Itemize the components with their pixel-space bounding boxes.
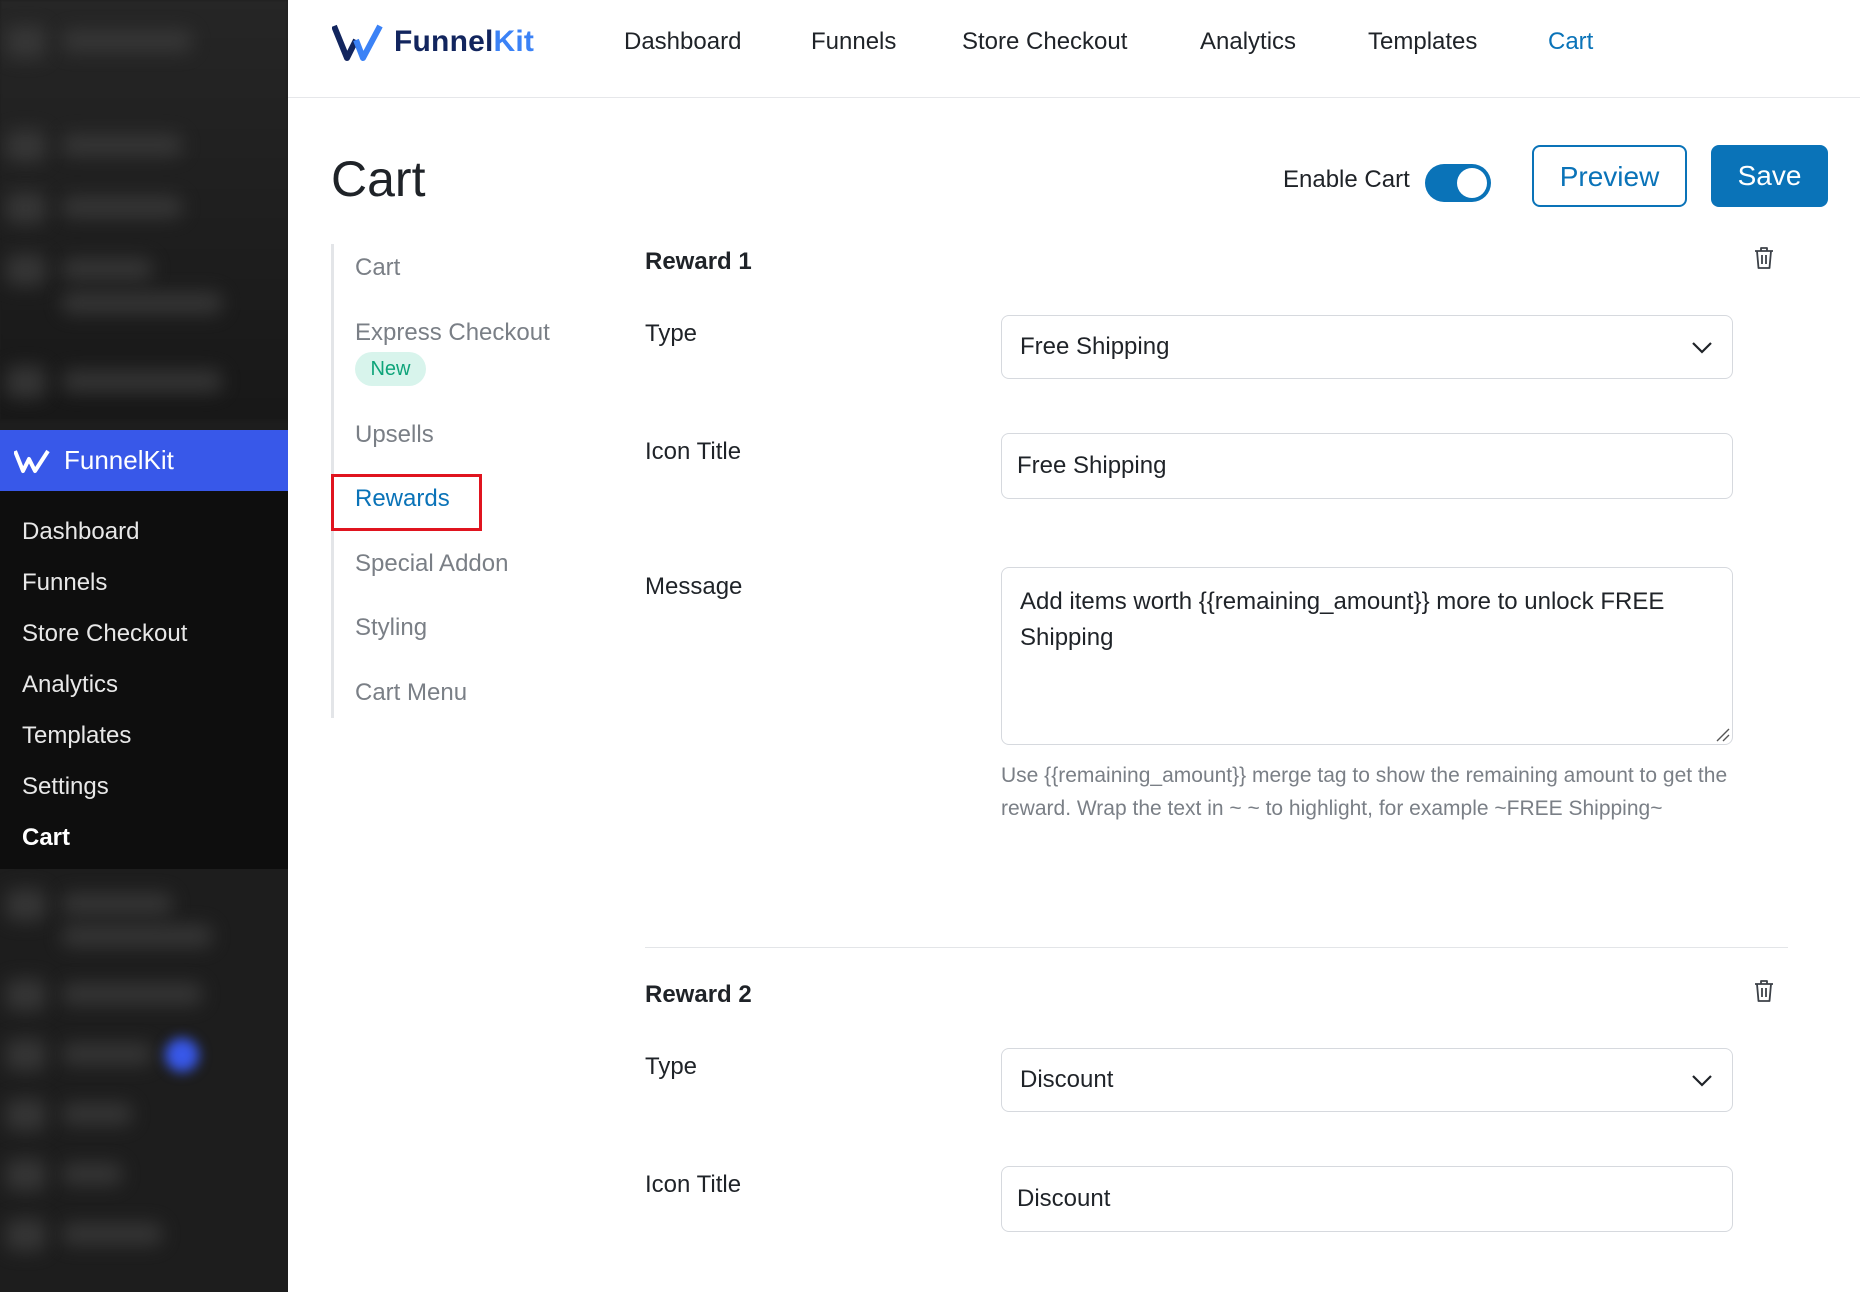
top-navigation: FunnelKit Dashboard Funnels Store Checko… xyxy=(288,0,1860,98)
main-content: Cart Enable Cart Preview Save Cart Expre… xyxy=(288,98,1860,1292)
enable-cart-toggle[interactable] xyxy=(1425,164,1491,202)
nav-templates[interactable]: Templates xyxy=(1368,28,1477,56)
reward-2-type-label: Type xyxy=(645,1053,698,1080)
chevron-down-icon xyxy=(1692,342,1712,354)
funnelkit-menu-header[interactable]: FunnelKit xyxy=(0,430,288,491)
subnav-upsells[interactable]: Upsells xyxy=(355,421,434,449)
brand-name: FunnelKit xyxy=(394,25,535,58)
wp-admin-sidebar: FunnelKit Dashboard Funnels Store Checko… xyxy=(0,0,288,1292)
reward-2-icon-title-input[interactable]: Discount xyxy=(1001,1166,1733,1232)
reward-2-type-select[interactable]: Discount xyxy=(1001,1048,1733,1112)
nav-dashboard[interactable]: Dashboard xyxy=(624,28,741,56)
wp-menu-funnels[interactable]: Funnels xyxy=(0,558,288,609)
wp-menu-analytics[interactable]: Analytics xyxy=(0,660,288,711)
reward-1-message-label: Message xyxy=(645,573,743,600)
funnelkit-menu-title: FunnelKit xyxy=(64,445,174,475)
enable-cart-label: Enable Cart xyxy=(1283,166,1410,193)
reward-1-icon-title-label: Icon Title xyxy=(645,438,742,465)
nav-cart[interactable]: Cart xyxy=(1548,28,1593,56)
blurred-icon xyxy=(6,192,46,224)
nav-store-checkout[interactable]: Store Checkout xyxy=(962,28,1127,56)
wp-menu-dashboard[interactable]: Dashboard xyxy=(0,507,288,558)
save-button[interactable]: Save xyxy=(1711,145,1828,207)
subnav-cart-menu[interactable]: Cart Menu xyxy=(355,679,467,707)
reward-2-type-value: Discount xyxy=(1020,1066,1114,1093)
blurred-menu-bottom xyxy=(0,869,288,1292)
reward-1-title: Reward 1 xyxy=(645,248,752,275)
wp-menu-cart[interactable]: Cart xyxy=(0,813,288,864)
brand-logo[interactable]: FunnelKit xyxy=(332,22,534,62)
wp-menu-settings[interactable]: Settings xyxy=(0,762,288,813)
blurred-label xyxy=(62,292,222,314)
trash-icon[interactable] xyxy=(1752,245,1776,271)
preview-button[interactable]: Preview xyxy=(1532,145,1687,207)
blurred-icon xyxy=(6,130,46,162)
blurred-icon xyxy=(6,254,46,286)
page-title: Cart xyxy=(331,151,426,207)
blurred-notification-badge xyxy=(165,1038,199,1072)
trash-icon[interactable] xyxy=(1752,978,1776,1004)
funnelkit-brand-icon xyxy=(332,24,383,61)
wp-menu-templates[interactable]: Templates xyxy=(0,711,288,762)
subnav-styling[interactable]: Styling xyxy=(355,614,427,642)
blurred-label xyxy=(62,30,192,52)
reward-2-title: Reward 2 xyxy=(645,981,752,1008)
reward-1-help-text: Use {{remaining_amount}} merge tag to sh… xyxy=(1001,764,1728,820)
blurred-icon xyxy=(6,366,46,398)
blurred-label xyxy=(62,134,182,156)
reward-1-type-label: Type xyxy=(645,320,698,347)
blurred-label xyxy=(62,196,182,218)
subnav-cart[interactable]: Cart xyxy=(355,254,400,282)
chevron-down-icon xyxy=(1692,1075,1712,1087)
wp-menu-store-checkout[interactable]: Store Checkout xyxy=(0,609,288,660)
blurred-label xyxy=(62,258,152,280)
resize-handle-icon[interactable] xyxy=(1714,726,1730,742)
reward-1-icon-title-input[interactable]: Free Shipping xyxy=(1001,433,1733,499)
new-badge: New xyxy=(355,352,426,386)
reward-1-type-select[interactable]: Free Shipping xyxy=(1001,315,1733,379)
reward-2-icon-title-label: Icon Title xyxy=(645,1171,742,1198)
subnav-special-addon[interactable]: Special Addon xyxy=(355,550,508,578)
subnav-express-checkout[interactable]: Express Checkout xyxy=(355,319,550,347)
nav-funnels[interactable]: Funnels xyxy=(811,28,896,56)
reward-1-message-value: Add items worth {{remaining_amount}} mor… xyxy=(1020,588,1665,651)
reward-1-message-textarea[interactable]: Add items worth {{remaining_amount}} mor… xyxy=(1001,567,1733,745)
funnelkit-submenu: Dashboard Funnels Store Checkout Analyti… xyxy=(0,491,288,869)
blurred-icon xyxy=(6,26,46,58)
reward-divider xyxy=(645,947,1788,948)
nav-analytics[interactable]: Analytics xyxy=(1200,28,1296,56)
blurred-label xyxy=(62,370,222,392)
rewards-highlight-box xyxy=(331,474,482,531)
funnelkit-logo-icon xyxy=(14,449,50,473)
reward-1-type-value: Free Shipping xyxy=(1020,333,1170,360)
